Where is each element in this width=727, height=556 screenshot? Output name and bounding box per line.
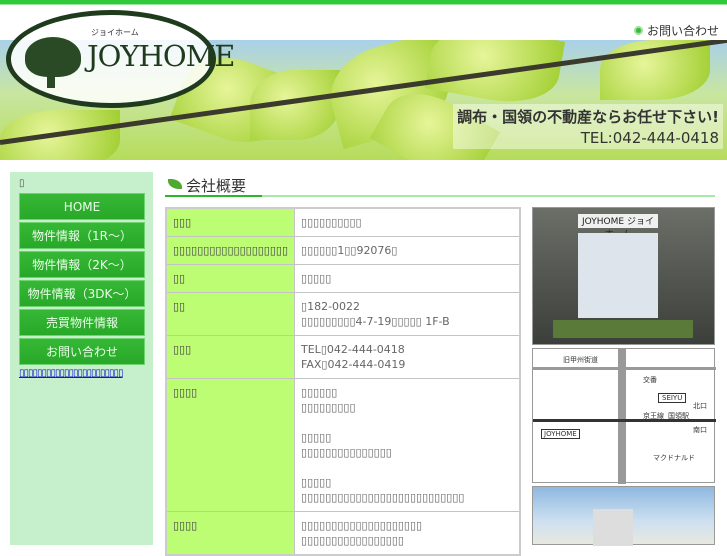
section-heading: 会社概要 [165,175,715,197]
shop-window [578,233,658,318]
value-line [301,415,513,430]
slogan-box: 調布・国領の不動産ならお任せ下さい! TEL:042-444-0418 [453,104,723,149]
value-line: ▯▯▯▯▯▯▯▯▯▯ [301,216,362,229]
map-label: マクドナルド [653,454,695,462]
logo-name: JOYHOME [87,39,235,73]
logo[interactable]: ジョイホーム JOYHOME [6,10,235,108]
table-row: ▯▯▯ TEL▯042-444-0418 FAX▯042-444-0419 [165,335,521,379]
nav-properties-3dk[interactable]: 物件情報（3DK～） [19,280,145,307]
contact-link-label: お問い合わせ [646,24,719,38]
slogan-text: 調布・国領の不動産ならお任せ下さい! [457,108,719,126]
map-label: JOYHOME [541,429,580,439]
storefront-photo: JOYHOME ジョイホーム [532,207,715,345]
table-row: ▯▯ ▯182-0022 ▯▯▯▯▯▯▯▯▯4-7-19▯▯▯▯▯ 1F-B [165,292,521,336]
value-line [301,460,513,475]
table-row: ▯▯ ▯▯▯▯▯ [165,264,521,293]
map-label: 南口 [693,426,707,434]
heading-underline [165,195,262,197]
table-row: ▯▯▯▯▯▯▯▯▯▯▯▯▯▯▯▯▯▯▯▯▯▯▯▯▯▯▯▯▯▯▯▯▯▯▯▯▯▯▯▯… [165,378,521,512]
building-photo [532,486,715,546]
sidebar: ▯ HOME 物件情報（1R～） 物件情報（2K～） 物件情報（3DK～） 売買… [10,172,153,545]
leaf-icon [168,179,182,189]
map-label: 国領駅 [668,412,689,420]
value-line: ▯▯▯▯▯ [301,272,332,285]
row-value: ▯▯▯▯▯▯▯▯▯▯ [294,207,521,237]
company-info-table: ▯▯▯ ▯▯▯▯▯▯▯▯▯▯ ▯▯▯▯▯▯▯▯▯▯▯▯▯▯▯▯▯▯▯ ▯▯▯▯▯▯1▯… [165,207,521,556]
header-contact-link[interactable]: お問い合わせ [633,22,719,39]
row-label: ▯▯▯ [165,207,296,237]
row-label: ▯▯▯▯ [165,378,296,512]
value-line: ▯182-0022 [301,300,361,313]
building [593,509,633,546]
row-value: ▯▯▯▯▯▯1▯▯92076▯ [294,236,521,265]
row-value: ▯▯▯▯▯▯▯▯▯▯▯▯▯▯▯▯▯▯▯▯ ▯▯▯▯▯▯▯▯▯▯▯▯▯▯▯▯▯ [294,511,521,556]
row-label: ▯▯▯▯▯▯▯▯▯▯▯▯▯▯▯▯▯▯▯ [165,236,296,265]
row-label: ▯▯ [165,292,296,336]
value-line: ▯▯▯▯▯▯▯▯▯▯▯▯▯▯▯▯▯▯▯▯ [301,519,423,532]
value-line: ▯▯▯▯▯▯1▯▯92076▯ [301,244,398,257]
sidebar-link[interactable]: ▯▯▯▯▯▯▯▯▯▯▯▯▯▯▯▯▯▯▯▯▯▯▯ [19,368,124,379]
top-accent-bar [0,0,727,5]
row-value: ▯182-0022 ▯▯▯▯▯▯▯▯▯4-7-19▯▯▯▯▯ 1F-B [294,292,521,336]
row-value: ▯▯▯▯▯▯ ▯▯▯▯▯▯▯▯▯ ▯▯▯▯▯ ▯▯▯▯▯▯▯▯▯▯▯▯▯▯▯ ▯▯▯▯▯… [294,378,521,512]
sidebar-glyph: ▯ [19,178,25,189]
tree-trunk [47,70,55,88]
shop-sign: JOYHOME ジョイホーム [578,214,658,240]
table-row: ▯▯▯▯▯▯▯▯▯▯▯▯▯▯▯▯▯▯▯ ▯▯▯▯▯▯1▯▯92076▯ [165,236,521,265]
nav-properties-1r[interactable]: 物件情報（1R～） [19,222,145,249]
map-label: 北口 [693,402,707,410]
value-line: ▯▯▯▯▯▯ [301,386,338,399]
row-label: ▯▯ [165,264,296,293]
map-label: SEIYU [658,393,687,403]
row-label: ▯▯▯ [165,335,296,379]
map-label: 旧甲州街道 [563,356,598,364]
row-value: TEL▯042-444-0418 FAX▯042-444-0419 [294,335,521,379]
value-line: TEL▯042-444-0418 [301,343,405,356]
row-value: ▯▯▯▯▯ [294,264,521,293]
page-title: 会社概要 [186,177,247,195]
banner-tel: TEL:042-444-0418 [580,129,719,147]
table-row: ▯▯▯▯▯▯▯▯▯▯▯▯▯▯▯▯▯▯▯▯▯▯▯▯▯▯▯▯▯▯▯▯▯▯▯▯▯▯▯▯… [165,511,521,556]
map-label: 京王線 [643,412,664,420]
value-line: FAX▯042-444-0419 [301,358,406,371]
value-line: ▯▯▯▯▯▯▯▯▯4-7-19▯▯▯▯▯ 1F-B [301,315,450,328]
planters [553,320,693,338]
value-line: ▯▯▯▯▯▯▯▯▯▯▯▯▯▯▯▯▯▯▯▯▯▯▯▯▯▯▯ [301,491,465,504]
nav-contact[interactable]: お問い合わせ [19,338,145,365]
nav-home[interactable]: HOME [19,193,145,220]
value-line: ▯▯▯▯▯ [301,431,332,444]
value-line: ▯▯▯▯▯▯▯▯▯▯▯▯▯▯▯▯▯ [301,534,404,547]
table-row: ▯▯▯ ▯▯▯▯▯▯▯▯▯▯ [165,207,521,237]
logo-kana: ジョイホーム [91,28,139,37]
map-label: 交番 [643,376,657,384]
nav-properties-2k[interactable]: 物件情報（2K～） [19,251,145,278]
value-line: ▯▯▯▯▯▯▯▯▯ [301,401,356,414]
nav-sale-properties[interactable]: 売買物件情報 [19,309,145,336]
value-line: ▯▯▯▯▯▯▯▯▯▯▯▯▯▯▯ [301,446,392,459]
row-label: ▯▯▯▯ [165,511,296,556]
access-map: 旧甲州街道 交番 SEIYU 京王線 国領駅 北口 南口 マクドナルド JOYH… [532,348,716,484]
bullet-icon [633,26,643,35]
value-line: ▯▯▯▯▯ [301,476,332,489]
